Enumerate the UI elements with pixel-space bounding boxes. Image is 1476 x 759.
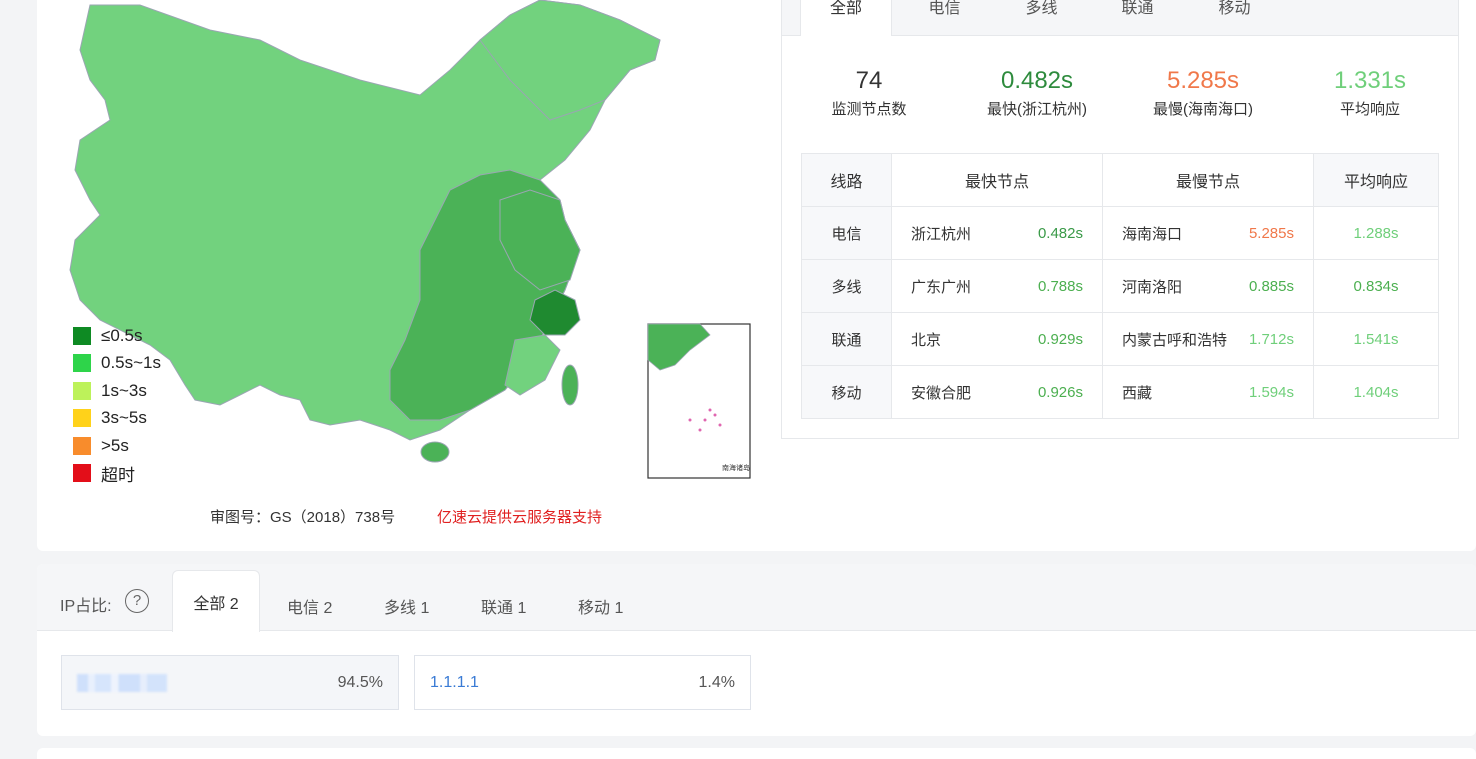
slow-node: 河南洛阳	[1122, 278, 1183, 296]
legend-item: >5s	[73, 432, 161, 460]
legend-swatch	[73, 464, 91, 483]
legend-item: ≤0.5s	[73, 322, 161, 350]
legend-swatch	[73, 326, 91, 345]
ip-percent: 94.5%	[337, 673, 383, 691]
table-row: 移动 安徽合肥 0.926s 西藏 1.594s 1.404s	[801, 365, 1439, 419]
question-icon[interactable]: ?	[125, 589, 149, 613]
slow-time: 0.885s	[1248, 277, 1294, 295]
line-tabs: 全部 电信 多线 联通 移动	[782, 0, 1458, 36]
slow-time: 1.712s	[1248, 330, 1294, 348]
ip-entry[interactable]: 94.5%	[61, 655, 399, 710]
tab-mobile[interactable]: 移动	[1197, 0, 1272, 35]
slow-time: 5.285s	[1248, 224, 1294, 242]
route-table: 线路 最快节点 最慢节点 平均响应 电信 浙江杭州 0.482s 海南海口 5.28…	[801, 153, 1439, 419]
fast-node: 北京	[911, 331, 942, 349]
stat-value: 1.331s	[1333, 67, 1407, 94]
header-line: 线路	[801, 153, 892, 207]
stat-value: 5.285s	[1166, 67, 1240, 94]
legend-label: ≤0.5s	[101, 325, 143, 345]
table-row: 电信 浙江杭州 0.482s 海南海口 5.285s 1.288s	[801, 206, 1439, 260]
avg-time: 1.404s	[1313, 365, 1439, 419]
legend-label: 超时	[101, 465, 135, 485]
legend-swatch	[73, 381, 91, 400]
stat-node-count: 74 监测节点数	[794, 66, 944, 119]
tab-all[interactable]: 全部	[800, 0, 892, 36]
ip-share-label: IP占比:	[60, 598, 112, 615]
ip-tab-multiline[interactable]: 多线 1	[384, 594, 429, 618]
map-taiwan	[561, 364, 579, 406]
ip-share-card: IP占比: ? 全部 2 电信 2 多线 1 联通 1 移动 1 94.5% 1…	[37, 564, 1476, 736]
fast-node: 安徽合肥	[911, 384, 972, 402]
sponsor-link[interactable]: 亿速云提供云服务器支持	[437, 506, 602, 527]
fast-time: 0.929s	[1037, 330, 1083, 348]
fast-time: 0.926s	[1037, 383, 1083, 401]
ip-tab-all[interactable]: 全部 2	[172, 570, 260, 632]
legend-label: 3s~5s	[101, 408, 147, 428]
stats-panel: 全部 电信 多线 联通 移动 74 监测节点数 0.482s 最快(浙江杭州) …	[781, 0, 1459, 439]
ip-tab-mobile[interactable]: 移动 1	[578, 594, 623, 618]
stat-fastest: 0.482s 最快(浙江杭州)	[962, 66, 1112, 119]
cell-line: 联通	[801, 312, 892, 366]
tab-unicom[interactable]: 联通	[1100, 0, 1175, 35]
cell-line: 多线	[801, 259, 892, 313]
table-row: 联通 北京 0.929s 内蒙古呼和浩特 1.712s 1.541s	[801, 312, 1439, 366]
legend-label: 1s~3s	[101, 380, 147, 400]
header-average: 平均响应	[1313, 153, 1439, 207]
stat-label: 最慢(海南海口)	[1153, 101, 1253, 118]
stat-average: 1.331s 平均响应	[1295, 66, 1445, 119]
ip-entry[interactable]: 1.1.1.1 1.4%	[414, 655, 751, 710]
legend-item: 3s~5s	[73, 405, 161, 433]
blurred-ip	[77, 673, 167, 692]
ip-percent: 1.4%	[698, 673, 735, 691]
table-header-row: 线路 最快节点 最慢节点 平均响应	[801, 153, 1439, 207]
ip-address[interactable]: 1.1.1.1	[430, 674, 479, 692]
fast-time: 0.482s	[1037, 224, 1083, 242]
slow-node: 内蒙古呼和浩特	[1122, 331, 1228, 349]
cell-line: 电信	[801, 206, 892, 260]
avg-time: 0.834s	[1313, 259, 1439, 313]
legend-swatch	[73, 436, 91, 455]
map-inset-title: 南海诸岛	[722, 463, 750, 472]
legend-swatch	[73, 409, 91, 428]
table-row: 多线 广东广州 0.788s 河南洛阳 0.885s 0.834s	[801, 259, 1439, 313]
legend-item: 超时	[73, 460, 161, 488]
stat-label: 最快(浙江杭州)	[987, 101, 1087, 118]
stat-value: 74	[855, 67, 883, 94]
slow-node: 海南海口	[1122, 225, 1183, 243]
fast-node: 广东广州	[911, 278, 972, 296]
map-legend: ≤0.5s 0.5s~1s 1s~3s 3s~5s >5s 超时	[73, 322, 161, 487]
slow-time: 1.594s	[1248, 383, 1294, 401]
legend-label: 0.5s~1s	[101, 353, 162, 373]
header-slowest-node: 最慢节点	[1102, 153, 1314, 207]
map-approval-number: 审图号：GS（2018）738号	[210, 509, 396, 526]
tab-telecom[interactable]: 电信	[907, 0, 982, 35]
legend-swatch	[73, 354, 91, 373]
map-hainan	[420, 441, 450, 463]
stat-value: 0.482s	[1000, 67, 1074, 94]
avg-time: 1.288s	[1313, 206, 1439, 260]
slow-node: 西藏	[1122, 384, 1153, 402]
ip-tabs: IP占比: ? 全部 2 电信 2 多线 1 联通 1 移动 1	[37, 564, 1476, 632]
avg-time: 1.541s	[1313, 312, 1439, 366]
next-card	[37, 748, 1476, 759]
stat-label: 平均响应	[1339, 101, 1400, 118]
fast-time: 0.788s	[1037, 277, 1083, 295]
ip-tab-telecom[interactable]: 电信 2	[287, 594, 332, 618]
legend-item: 0.5s~1s	[73, 350, 161, 378]
legend-item: 1s~3s	[73, 377, 161, 405]
fast-node: 浙江杭州	[911, 225, 972, 243]
legend-label: >5s	[101, 435, 129, 455]
stat-label: 监测节点数	[831, 101, 907, 118]
header-fastest-node: 最快节点	[891, 153, 1103, 207]
china-map: 南海诸岛	[69, 0, 751, 479]
ip-tab-unicom[interactable]: 联通 1	[481, 594, 526, 618]
cell-line: 移动	[801, 365, 892, 419]
tab-multiline[interactable]: 多线	[1004, 0, 1079, 35]
stat-slowest: 5.285s 最慢(海南海口)	[1128, 66, 1278, 119]
